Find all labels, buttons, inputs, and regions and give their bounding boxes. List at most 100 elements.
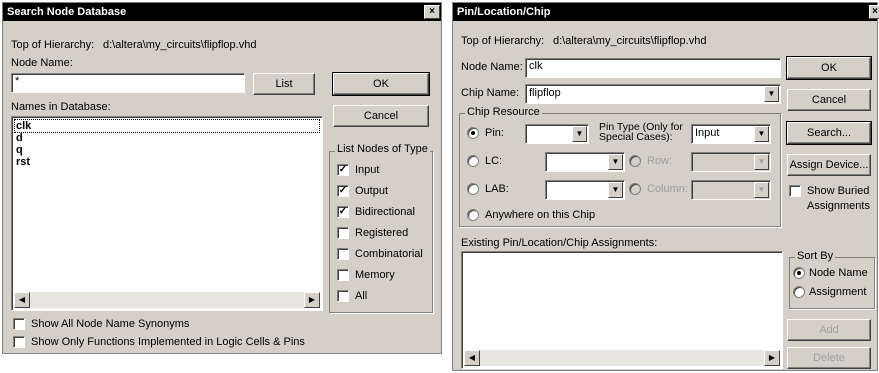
pin-radio-label: Pin: bbox=[485, 127, 504, 139]
output-checkbox[interactable]: ✓ bbox=[337, 185, 349, 197]
registered-checkbox-label: Registered bbox=[355, 227, 408, 239]
chip-resource-title: Chip Resource bbox=[465, 106, 542, 118]
scroll-right-icon[interactable]: ▶ bbox=[764, 350, 780, 366]
dialog-title-bar[interactable]: Search Node Database bbox=[3, 3, 441, 21]
memory-checkbox[interactable] bbox=[337, 269, 349, 281]
cancel-button[interactable]: Cancel bbox=[787, 89, 871, 111]
lc-radio-label: LC: bbox=[485, 155, 502, 167]
cancel-button-label: Cancel bbox=[812, 94, 846, 106]
column-select[interactable]: ▼ bbox=[691, 180, 771, 200]
list-item[interactable]: rst bbox=[16, 156, 30, 168]
row-radio-label: Row: bbox=[647, 155, 672, 167]
sort-node-name-label: Node Name bbox=[809, 267, 868, 279]
ok-button-label: OK bbox=[821, 62, 837, 74]
dialog-title: Pin/Location/Chip bbox=[457, 6, 551, 18]
column-radio[interactable] bbox=[629, 183, 641, 195]
existing-assignments-listbox[interactable]: ◀ ▶ bbox=[461, 251, 783, 369]
output-checkbox-label: Output bbox=[355, 185, 388, 197]
anywhere-radio-label: Anywhere on this Chip bbox=[485, 209, 595, 221]
show-buried-label-line2: Assignments bbox=[807, 200, 870, 212]
pin-type-label-line2: Special Cases): bbox=[599, 132, 683, 142]
all-checkbox[interactable] bbox=[337, 290, 349, 302]
top-of-hierarchy-value: d:\altera\my_circuits\flipflop.vhd bbox=[103, 39, 256, 51]
list-item[interactable]: q bbox=[16, 144, 23, 156]
node-name-label: Node Name: bbox=[11, 57, 73, 69]
lc-select[interactable]: ▼ bbox=[545, 152, 625, 172]
cancel-button-label: Cancel bbox=[364, 110, 398, 122]
chevron-down-icon[interactable]: ▼ bbox=[764, 86, 779, 102]
names-listbox[interactable]: clk d q rst ◀ ▶ bbox=[11, 116, 323, 311]
combinatorial-checkbox[interactable] bbox=[337, 248, 349, 260]
list-button[interactable]: List bbox=[253, 73, 315, 95]
lc-radio[interactable] bbox=[467, 155, 479, 167]
search-node-database-dialog: Search Node Database × Top of Hierarchy:… bbox=[2, 2, 442, 354]
memory-checkbox-label: Memory bbox=[355, 269, 395, 281]
sort-assignment-radio[interactable] bbox=[793, 286, 805, 298]
chevron-down-icon[interactable]: ▼ bbox=[608, 182, 623, 198]
show-only-functions-label: Show Only Functions Implemented in Logic… bbox=[31, 336, 305, 348]
input-checkbox-label: Input bbox=[355, 164, 379, 176]
node-name-label: Node Name: bbox=[461, 61, 523, 73]
sort-by-title: Sort By bbox=[795, 250, 835, 262]
scroll-left-icon[interactable]: ◀ bbox=[14, 292, 30, 308]
row-radio[interactable] bbox=[629, 155, 641, 167]
dialog-title: Search Node Database bbox=[7, 6, 126, 18]
lab-select[interactable]: ▼ bbox=[545, 180, 625, 200]
assign-device-button-label: Assign Device... bbox=[790, 159, 869, 171]
show-synonyms-label: Show All Node Name Synonyms bbox=[31, 318, 189, 330]
top-of-hierarchy-label: Top of Hierarchy: bbox=[11, 39, 94, 51]
node-name-input[interactable]: * bbox=[11, 73, 245, 93]
show-buried-checkbox[interactable] bbox=[789, 185, 801, 197]
chip-name-value: flipflop bbox=[529, 87, 561, 99]
dialog-title-bar[interactable]: Pin/Location/Chip bbox=[453, 3, 877, 21]
pin-type-select[interactable]: Input ▼ bbox=[691, 124, 771, 144]
row-select[interactable]: ▼ bbox=[691, 152, 771, 172]
registered-checkbox[interactable] bbox=[337, 227, 349, 239]
close-icon[interactable]: × bbox=[424, 5, 440, 19]
chevron-down-icon[interactable]: ▼ bbox=[608, 154, 623, 170]
scroll-left-icon[interactable]: ◀ bbox=[464, 350, 480, 366]
input-checkbox[interactable]: ✓ bbox=[337, 164, 349, 176]
chip-name-label: Chip Name: bbox=[461, 87, 519, 99]
chip-name-select[interactable]: flipflop ▼ bbox=[525, 84, 781, 104]
pin-select[interactable]: ▼ bbox=[525, 124, 589, 144]
assign-device-button[interactable]: Assign Device... bbox=[787, 154, 871, 176]
list-item[interactable]: clk bbox=[16, 120, 31, 132]
search-button[interactable]: Search... bbox=[787, 122, 871, 144]
lab-radio[interactable] bbox=[467, 183, 479, 195]
column-radio-label: Column: bbox=[647, 183, 688, 195]
add-button-label: Add bbox=[819, 324, 839, 336]
horizontal-scrollbar[interactable]: ◀ ▶ bbox=[464, 350, 780, 366]
chevron-down-icon[interactable]: ▼ bbox=[572, 126, 587, 142]
scroll-right-icon[interactable]: ▶ bbox=[304, 292, 320, 308]
chevron-down-icon[interactable]: ▼ bbox=[754, 154, 769, 170]
sort-assignment-label: Assignment bbox=[809, 286, 866, 298]
show-synonyms-checkbox[interactable] bbox=[13, 318, 25, 330]
existing-assignments-label: Existing Pin/Location/Chip Assignments: bbox=[461, 237, 657, 249]
ok-button[interactable]: OK bbox=[333, 73, 429, 95]
chevron-down-icon[interactable]: ▼ bbox=[754, 182, 769, 198]
node-name-input[interactable]: clk bbox=[525, 58, 781, 78]
delete-button[interactable]: Delete bbox=[787, 347, 871, 369]
close-icon[interactable]: × bbox=[869, 5, 879, 19]
list-item-focus bbox=[15, 120, 319, 132]
ok-button[interactable]: OK bbox=[787, 57, 871, 79]
lab-radio-label: LAB: bbox=[485, 183, 509, 195]
list-item[interactable]: d bbox=[16, 132, 23, 144]
bidirectional-checkbox[interactable]: ✓ bbox=[337, 206, 349, 218]
sort-node-name-radio[interactable] bbox=[793, 267, 805, 279]
chevron-down-icon[interactable]: ▼ bbox=[754, 126, 769, 142]
ok-button-label: OK bbox=[373, 78, 389, 90]
add-button[interactable]: Add bbox=[787, 319, 871, 341]
top-of-hierarchy-label: Top of Hierarchy: bbox=[461, 35, 544, 47]
combinatorial-checkbox-label: Combinatorial bbox=[355, 248, 423, 260]
all-checkbox-label: All bbox=[355, 290, 367, 302]
pin-location-chip-dialog: Pin/Location/Chip × Top of Hierarchy: d:… bbox=[452, 2, 878, 371]
cancel-button[interactable]: Cancel bbox=[333, 105, 429, 127]
anywhere-radio[interactable] bbox=[467, 209, 479, 221]
show-buried-label: Show Buried bbox=[807, 185, 869, 197]
pin-radio[interactable] bbox=[467, 127, 479, 139]
list-nodes-of-type-title: List Nodes of Type bbox=[335, 143, 430, 155]
horizontal-scrollbar[interactable]: ◀ ▶ bbox=[14, 292, 320, 308]
show-only-functions-checkbox[interactable] bbox=[13, 336, 25, 348]
